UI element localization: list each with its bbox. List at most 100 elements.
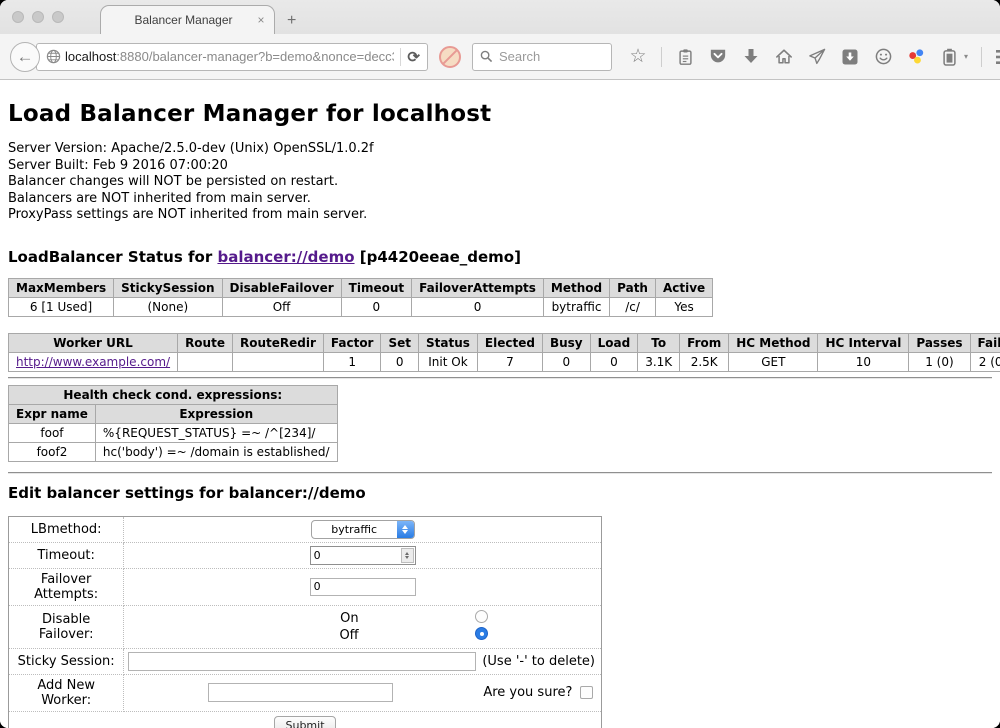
- health-table-title: Health check cond. expressions:: [9, 385, 338, 404]
- zoom-window-button[interactable]: [52, 11, 64, 23]
- are-you-sure-label: Are you sure?: [483, 685, 572, 700]
- sticky-session-row: Sticky Session: (Use '-' to delete): [9, 648, 602, 674]
- table-row: foof2 hc('body') =~ /domain is establish…: [9, 442, 338, 461]
- url-path: :8880/balancer-manager?b=demo&nonce=decc…: [116, 49, 394, 64]
- window-controls[interactable]: [12, 11, 64, 23]
- col-timeout: Timeout: [341, 278, 411, 297]
- sticky-session-label: Sticky Session:: [9, 648, 124, 674]
- timeout-input[interactable]: 0: [310, 546, 416, 565]
- server-version-line: Server Version: Apache/2.5.0-dev (Unix) …: [8, 141, 992, 158]
- battery-extension-icon[interactable]: [939, 47, 959, 67]
- radio-off-label: Off: [128, 628, 358, 643]
- table-header-row: Worker URL Route RouteRedir Factor Set S…: [9, 333, 1000, 352]
- inherit-notice-line: Balancers are NOT inherited from main se…: [8, 191, 992, 208]
- table-row: foof %{REQUEST_STATUS} =~ /^[234]/: [9, 423, 338, 442]
- sticky-session-input[interactable]: [128, 652, 476, 671]
- radio-on-label: On: [128, 611, 358, 626]
- page-content: Load Balancer Manager for localhost Serv…: [0, 80, 1000, 728]
- url-text[interactable]: localhost:8880/balancer-manager?b=demo&n…: [65, 49, 394, 64]
- colored-dots-extension-icon[interactable]: [906, 47, 926, 67]
- new-tab-button[interactable]: +: [275, 12, 308, 34]
- search-placeholder: Search: [499, 49, 540, 64]
- worker-table: Worker URL Route RouteRedir Factor Set S…: [8, 333, 1000, 372]
- navigation-toolbar: ← localhost:8880/balancer-manager?b=demo…: [0, 34, 1000, 80]
- loadbalancer-status-heading: LoadBalancer Status for balancer://demo …: [8, 248, 992, 266]
- table-row: 6 [1 Used] (None) Off 0 0 bytraffic /c/ …: [9, 297, 713, 316]
- lbmethod-select[interactable]: bytraffic: [311, 520, 415, 539]
- page-title: Load Balancer Manager for localhost: [8, 80, 992, 127]
- lbmethod-row: LBmethod: bytraffic: [9, 516, 602, 542]
- url-host: localhost: [65, 49, 116, 64]
- edit-balancer-form: LBmethod: bytraffic Timeout: 0: [8, 516, 602, 728]
- radio-on[interactable]: [475, 610, 488, 623]
- are-you-sure-checkbox[interactable]: [580, 686, 593, 699]
- clipboard-icon[interactable]: [675, 47, 695, 67]
- add-worker-row: Add New Worker: Are you sure?: [9, 674, 602, 711]
- col-expr-name: Expr name: [9, 404, 96, 423]
- tab-balancer-manager[interactable]: Balancer Manager ×: [100, 5, 275, 34]
- worker-row: http://www.example.com/ 1 0 Init Ok 7 0 …: [9, 352, 1000, 371]
- timeout-label: Timeout:: [9, 542, 124, 568]
- back-button[interactable]: ←: [10, 42, 40, 72]
- col-stickysession: StickySession: [114, 278, 222, 297]
- worker-url-link[interactable]: http://www.example.com/: [16, 355, 170, 369]
- table-title-row: Health check cond. expressions:: [9, 385, 338, 404]
- reload-icon[interactable]: ⟳: [407, 48, 422, 66]
- col-expression: Expression: [95, 404, 337, 423]
- tab-title: Balancer Manager: [101, 13, 252, 27]
- status-heading-prefix: LoadBalancer Status for: [8, 248, 217, 266]
- table-header-row: Expr name Expression: [9, 404, 338, 423]
- tab-bar: Balancer Manager × +: [0, 0, 1000, 34]
- send-plane-icon[interactable]: [807, 47, 827, 67]
- browser-window: Balancer Manager × + ← localhost:8880/ba…: [0, 0, 1000, 728]
- url-bar[interactable]: localhost:8880/balancer-manager?b=demo&n…: [36, 43, 428, 71]
- radio-off[interactable]: [475, 627, 488, 640]
- health-check-table: Health check cond. expressions: Expr nam…: [8, 385, 338, 462]
- proxypass-notice-line: ProxyPass settings are NOT inherited fro…: [8, 207, 992, 224]
- tab-close-icon[interactable]: ×: [252, 13, 270, 27]
- toolbar-icons: ☆: [628, 47, 1000, 67]
- col-active: Active: [655, 278, 712, 297]
- lbmethod-label: LBmethod:: [9, 516, 124, 542]
- timeout-row: Timeout: 0: [9, 542, 602, 568]
- sticky-session-hint: (Use '-' to delete): [482, 654, 597, 669]
- reader-download-icon[interactable]: [840, 47, 860, 67]
- select-arrows-icon: [397, 521, 414, 538]
- divider: [8, 472, 992, 474]
- failover-attempts-input[interactable]: 0: [310, 578, 416, 596]
- server-built-line: Server Built: Feb 9 2016 07:00:20: [8, 158, 992, 175]
- add-worker-input[interactable]: [208, 683, 393, 702]
- pocket-icon[interactable]: [708, 47, 728, 67]
- minimize-window-button[interactable]: [32, 11, 44, 23]
- server-info: Server Version: Apache/2.5.0-dev (Unix) …: [8, 141, 992, 224]
- close-window-button[interactable]: [12, 11, 24, 23]
- col-path: Path: [610, 278, 656, 297]
- failover-attempts-label: Failover Attempts:: [9, 568, 124, 605]
- disable-failover-label: Disable Failover:: [9, 605, 124, 648]
- table-header-row: MaxMembers StickySession DisableFailover…: [9, 278, 713, 297]
- menu-hamburger-icon[interactable]: [995, 47, 1000, 67]
- search-bar[interactable]: Search: [472, 43, 612, 71]
- persist-notice-line: Balancer changes will NOT be persisted o…: [8, 174, 992, 191]
- home-icon[interactable]: [774, 47, 794, 67]
- submit-row: Submit: [9, 711, 602, 728]
- divider: [8, 377, 992, 379]
- content-blocked-icon[interactable]: [439, 46, 461, 68]
- col-worker-url: Worker URL: [9, 333, 178, 352]
- download-icon[interactable]: [741, 47, 761, 67]
- col-disablefailover: DisableFailover: [222, 278, 341, 297]
- balancer-demo-link[interactable]: balancer://demo: [217, 248, 354, 266]
- stepper-icon[interactable]: [401, 548, 414, 563]
- edit-settings-heading: Edit balancer settings for balancer://de…: [8, 484, 992, 502]
- disable-failover-row: Disable Failover: On Off: [9, 605, 602, 648]
- bookmark-star-icon[interactable]: ☆: [628, 47, 648, 67]
- failover-attempts-row: Failover Attempts: 0: [9, 568, 602, 605]
- submit-button[interactable]: Submit: [274, 716, 335, 728]
- chevron-down-icon[interactable]: ▾: [964, 52, 968, 61]
- add-worker-label: Add New Worker:: [9, 674, 124, 711]
- timeout-value: 0: [311, 547, 400, 564]
- feedback-smiley-icon[interactable]: [873, 47, 893, 67]
- search-icon: [480, 50, 493, 63]
- col-maxmembers: MaxMembers: [9, 278, 114, 297]
- lbmethod-selected-value: bytraffic: [312, 521, 397, 538]
